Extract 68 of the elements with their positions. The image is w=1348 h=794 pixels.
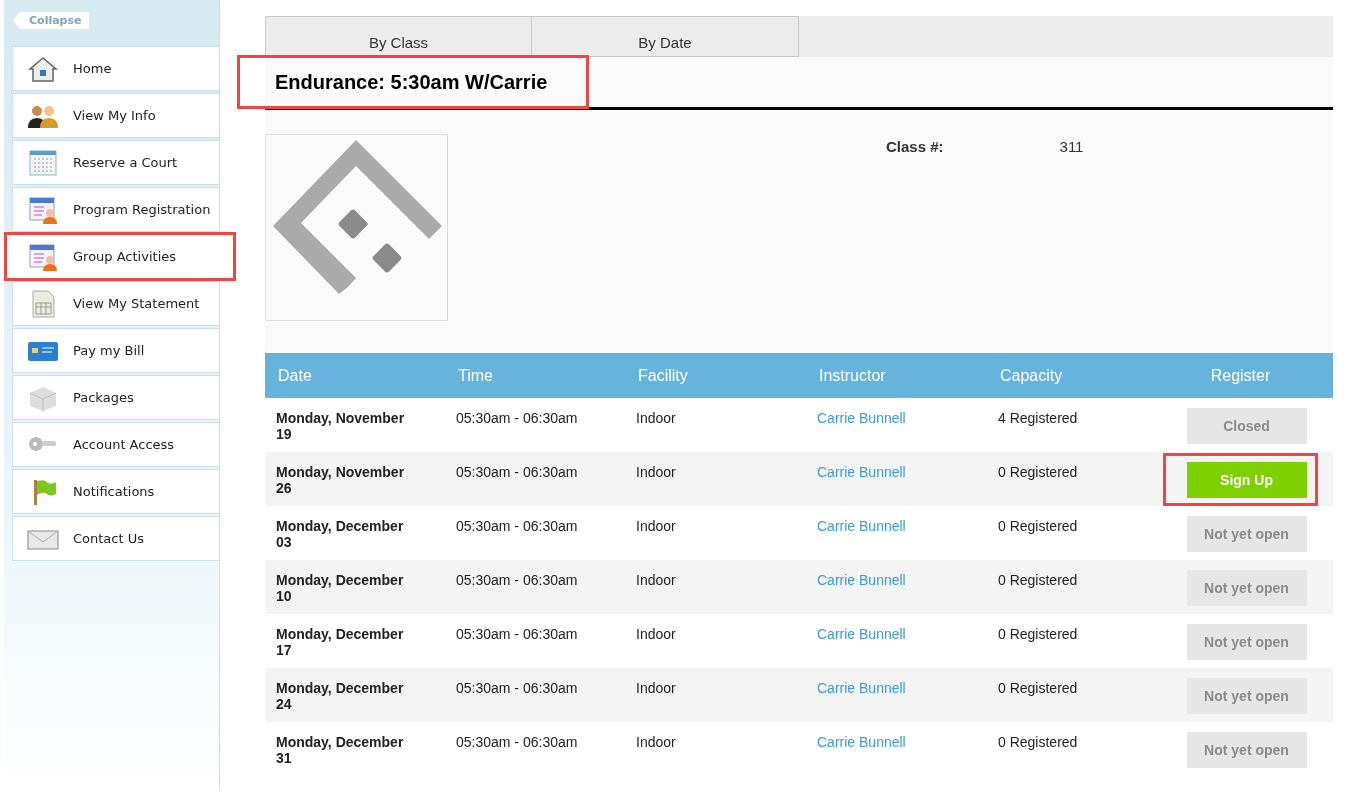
table-cell-text: 05:30am - 06:30am (455, 626, 579, 642)
table-cell-text: 0 Registered (997, 518, 1079, 534)
class-number-label: Class #: (886, 138, 944, 157)
sidebar-item[interactable]: View My Info (12, 93, 219, 138)
instructor-link[interactable]: Carrie Bunnell (806, 680, 987, 696)
table-cell-text: 05:30am - 06:30am (455, 464, 579, 480)
table-cell-text: Indoor (635, 680, 677, 696)
table-cell-text: 05:30am - 06:30am (455, 410, 579, 426)
register-status-button[interactable]: Closed (1186, 408, 1307, 444)
table-cell-text: 05:30am - 06:30am (455, 680, 579, 696)
table-cell-text: Indoor (635, 518, 677, 534)
tab[interactable]: By Date (532, 16, 799, 57)
sidebar-item[interactable]: Account Access (12, 422, 219, 467)
table-cell-text: Monday, December 10 (275, 572, 405, 604)
form-person-icon (26, 241, 60, 272)
class-number-value: 311 (1059, 138, 1084, 157)
table-cell-text: Indoor (635, 572, 677, 588)
sidebar-item[interactable]: Program Registration (12, 187, 219, 232)
sidebar-item[interactable]: Notifications (12, 469, 219, 514)
column-header: Facility (637, 366, 689, 385)
column-header: Capacity (999, 366, 1064, 385)
register-status-button[interactable]: Not yet open (1186, 624, 1307, 660)
table-cell-text: Indoor (635, 410, 677, 426)
sidebar-item[interactable]: Pay my Bill (12, 328, 219, 373)
table-cell-text: Monday, December 17 (275, 626, 405, 658)
sidebar-item[interactable]: Packages (12, 375, 219, 420)
sidebar-item[interactable]: Group Activities (6, 234, 234, 279)
sidebar-item[interactable]: Reserve a Court (12, 140, 219, 185)
table-cell-text: 0 Registered (997, 464, 1079, 480)
register-status-button[interactable]: Not yet open (1186, 570, 1307, 606)
instructor-link[interactable]: Carrie Bunnell (806, 626, 987, 642)
table-cell-text: Monday, December 03 (275, 518, 405, 550)
column-header: Instructor (818, 366, 887, 385)
sidebar-item[interactable]: Home (12, 46, 219, 91)
form-person-icon (26, 194, 60, 225)
instructor-link[interactable]: Carrie Bunnell (806, 410, 987, 426)
table-cell-text: 05:30am - 06:30am (455, 518, 579, 534)
column-header: Time (457, 366, 494, 385)
instructor-link[interactable]: Carrie Bunnell (806, 734, 987, 750)
collapse-button[interactable]: Collapse (13, 12, 90, 29)
register-status-button[interactable]: Not yet open (1186, 678, 1307, 714)
column-header: Register (1209, 366, 1272, 385)
table-cell-text: Monday, December 31 (275, 734, 405, 766)
table-cell-text: Indoor (635, 734, 677, 750)
class-title: Endurance: 5:30am W/Carrie (239, 57, 588, 107)
table-cell-text: 0 Registered (997, 572, 1079, 588)
sidebar-item[interactable]: Contact Us (12, 516, 219, 561)
table-cell-text: Indoor (635, 464, 677, 480)
table-cell-text: 0 Registered (997, 680, 1079, 696)
calendar-icon (26, 147, 60, 178)
table-cell-text: 4 Registered (997, 410, 1079, 426)
instructor-link[interactable]: Carrie Bunnell (806, 518, 987, 534)
table-cell-text: Indoor (635, 626, 677, 642)
tab[interactable]: By Class (265, 16, 532, 57)
column-header: Date (277, 366, 313, 385)
sidebar-item[interactable]: View My Statement (12, 281, 219, 326)
table-cell-text: Monday, December 24 (275, 680, 405, 712)
table-cell-text: Monday, November 26 (275, 464, 406, 496)
instructor-link[interactable]: Carrie Bunnell (806, 464, 987, 480)
table-cell-text: 05:30am - 06:30am (455, 572, 579, 588)
table-cell-text: 0 Registered (997, 734, 1079, 750)
sign-up-button[interactable]: Sign Up (1186, 462, 1307, 498)
instructor-link[interactable]: Carrie Bunnell (806, 572, 987, 588)
register-status-button[interactable]: Not yet open (1186, 516, 1307, 552)
table-cell-text: Monday, November 19 (275, 410, 406, 442)
table-cell-text: 05:30am - 06:30am (455, 734, 579, 750)
table-cell-text: 0 Registered (997, 626, 1079, 642)
register-status-button[interactable]: Not yet open (1186, 732, 1307, 768)
